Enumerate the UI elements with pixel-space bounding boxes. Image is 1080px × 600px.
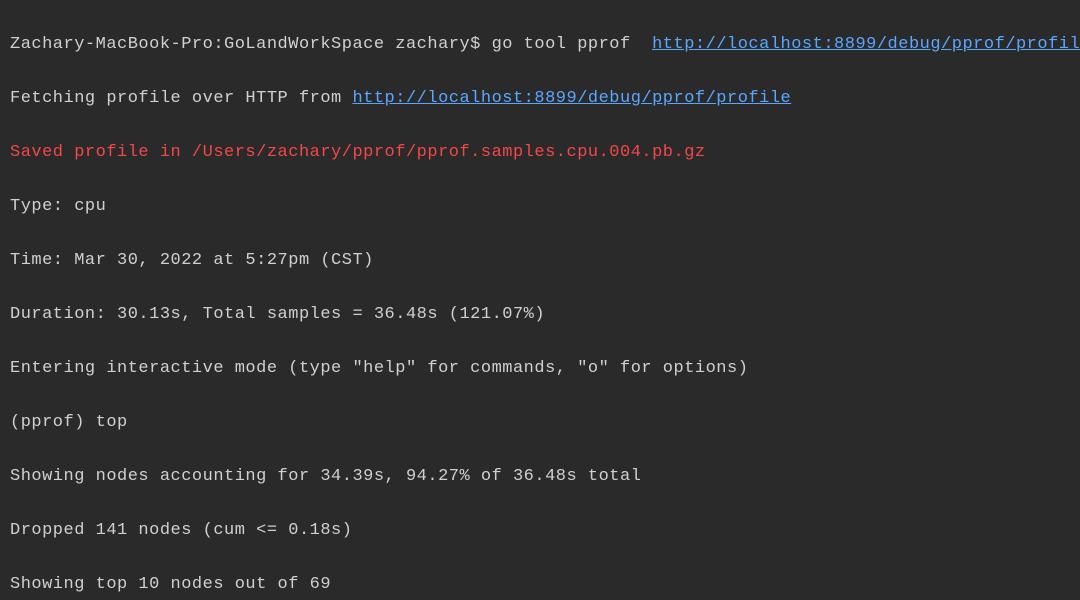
fetching-line: Fetching profile over HTTP from http://l… (10, 85, 1070, 112)
type-line: Type: cpu (10, 193, 1070, 220)
pprof-command-line: (pprof) top (10, 409, 1070, 436)
terminal-output[interactable]: Zachary-MacBook-Pro:GoLandWorkSpace zach… (0, 0, 1080, 600)
fetching-prefix: Fetching profile over HTTP from (10, 89, 352, 108)
saved-profile-line: Saved profile in /Users/zachary/pprof/pp… (10, 139, 1070, 166)
profile-url-link[interactable]: http://localhost:8899/debug/pprof/profil… (652, 35, 1080, 54)
duration-line: Duration: 30.13s, Total samples = 36.48s… (10, 301, 1070, 328)
shell-prompt: Zachary-MacBook-Pro:GoLandWorkSpace zach… (10, 35, 652, 54)
showing-nodes-line: Showing nodes accounting for 34.39s, 94.… (10, 463, 1070, 490)
showing-top-line: Showing top 10 nodes out of 69 (10, 571, 1070, 598)
shell-prompt-line: Zachary-MacBook-Pro:GoLandWorkSpace zach… (10, 31, 1070, 58)
time-line: Time: Mar 30, 2022 at 5:27pm (CST) (10, 247, 1070, 274)
interactive-mode-line: Entering interactive mode (type "help" f… (10, 355, 1070, 382)
fetching-url-link[interactable]: http://localhost:8899/debug/pprof/profil… (352, 89, 791, 108)
dropped-nodes-line: Dropped 141 nodes (cum <= 0.18s) (10, 517, 1070, 544)
